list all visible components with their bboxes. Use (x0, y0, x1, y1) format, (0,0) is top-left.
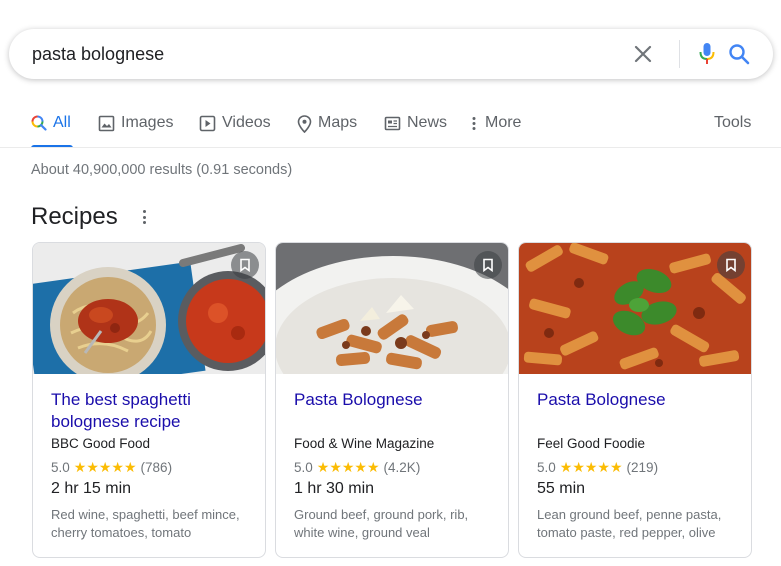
recipe-ingredients: Red wine, spaghetti, beef mince, cherry … (51, 507, 240, 540)
recipe-ingredients: Lean ground beef, penne pasta, tomato pa… (537, 507, 722, 540)
recipe-ingredients: Ground beef, ground pork, rib, white win… (294, 507, 469, 540)
search-tabs: All Images Videos Maps News More Tools (0, 108, 781, 148)
tab-images[interactable]: Images (98, 114, 173, 148)
tab-label: All (53, 114, 71, 131)
search-icon[interactable] (727, 42, 751, 66)
recipe-title[interactable]: Pasta Bolognese (294, 389, 499, 411)
review-count: (219) (626, 460, 659, 475)
star-rating-icon: ★★★★★ (559, 459, 623, 475)
bookmark-icon[interactable] (231, 251, 259, 279)
recipe-source: Feel Good Foodie (537, 436, 646, 451)
recipe-card[interactable]: Pasta Bolognese Feel Good Foodie 5.0 ★★★… (518, 242, 752, 558)
bookmark-icon[interactable] (717, 251, 745, 279)
rating-value: 5.0 (294, 460, 313, 475)
recipe-source: BBC Good Food (51, 436, 151, 451)
search-icon (31, 115, 47, 131)
tab-maps[interactable]: Maps (297, 114, 357, 148)
image-icon (98, 115, 115, 132)
tab-news[interactable]: News (384, 114, 447, 148)
recipe-image (33, 243, 265, 374)
tab-more[interactable]: More (471, 114, 521, 148)
recipe-time: 55 min (537, 480, 586, 497)
recipe-card[interactable]: The best spaghetti bolognese recipe BBC … (32, 242, 266, 558)
recipe-title[interactable]: Pasta Bolognese (537, 389, 742, 411)
tools-button[interactable]: Tools (714, 114, 751, 148)
tab-label: Maps (318, 114, 358, 131)
tab-label: Images (121, 114, 174, 131)
microphone-icon[interactable] (695, 42, 719, 66)
result-stats: About 40,900,000 results (0.91 seconds) (31, 162, 293, 178)
recipe-image (276, 243, 508, 374)
recipe-time: 1 hr 30 min (294, 480, 375, 497)
review-count: (786) (140, 460, 173, 475)
newspaper-icon (384, 115, 401, 132)
recipe-card[interactable]: Pasta Bolognese Food & Wine Magazine 5.0… (275, 242, 509, 558)
tab-label: Videos (222, 114, 271, 131)
recipe-source: Food & Wine Magazine (294, 436, 435, 451)
rating-value: 5.0 (51, 460, 70, 475)
clear-icon[interactable] (631, 42, 655, 66)
more-vert-icon (471, 115, 477, 132)
recipe-image (519, 243, 751, 374)
tab-label: News (407, 114, 448, 131)
star-rating-icon: ★★★★★ (73, 459, 137, 475)
recipes-more-options-icon[interactable] (139, 208, 149, 226)
tabs-divider (0, 147, 781, 148)
map-pin-icon (297, 115, 312, 133)
recipes-heading: Recipes (31, 203, 118, 230)
recipe-rating: 5.0 ★★★★★ (219) (537, 459, 658, 476)
tools-label: Tools (714, 114, 752, 131)
rating-value: 5.0 (537, 460, 556, 475)
tab-videos[interactable]: Videos (199, 114, 271, 148)
recipe-rating: 5.0 ★★★★★ (4.2K) (294, 459, 420, 476)
play-icon (199, 115, 216, 132)
recipe-title[interactable]: The best spaghetti bolognese recipe (51, 389, 256, 433)
tab-all[interactable]: All (31, 114, 73, 148)
star-rating-icon: ★★★★★ (316, 459, 380, 475)
tab-label: More (485, 114, 522, 131)
review-count: (4.2K) (383, 460, 421, 475)
recipe-time: 2 hr 15 min (51, 480, 132, 497)
search-input[interactable] (32, 42, 592, 66)
search-divider (679, 40, 680, 68)
recipe-rating: 5.0 ★★★★★ (786) (51, 459, 172, 476)
bookmark-icon[interactable] (474, 251, 502, 279)
search-bar (9, 29, 773, 79)
